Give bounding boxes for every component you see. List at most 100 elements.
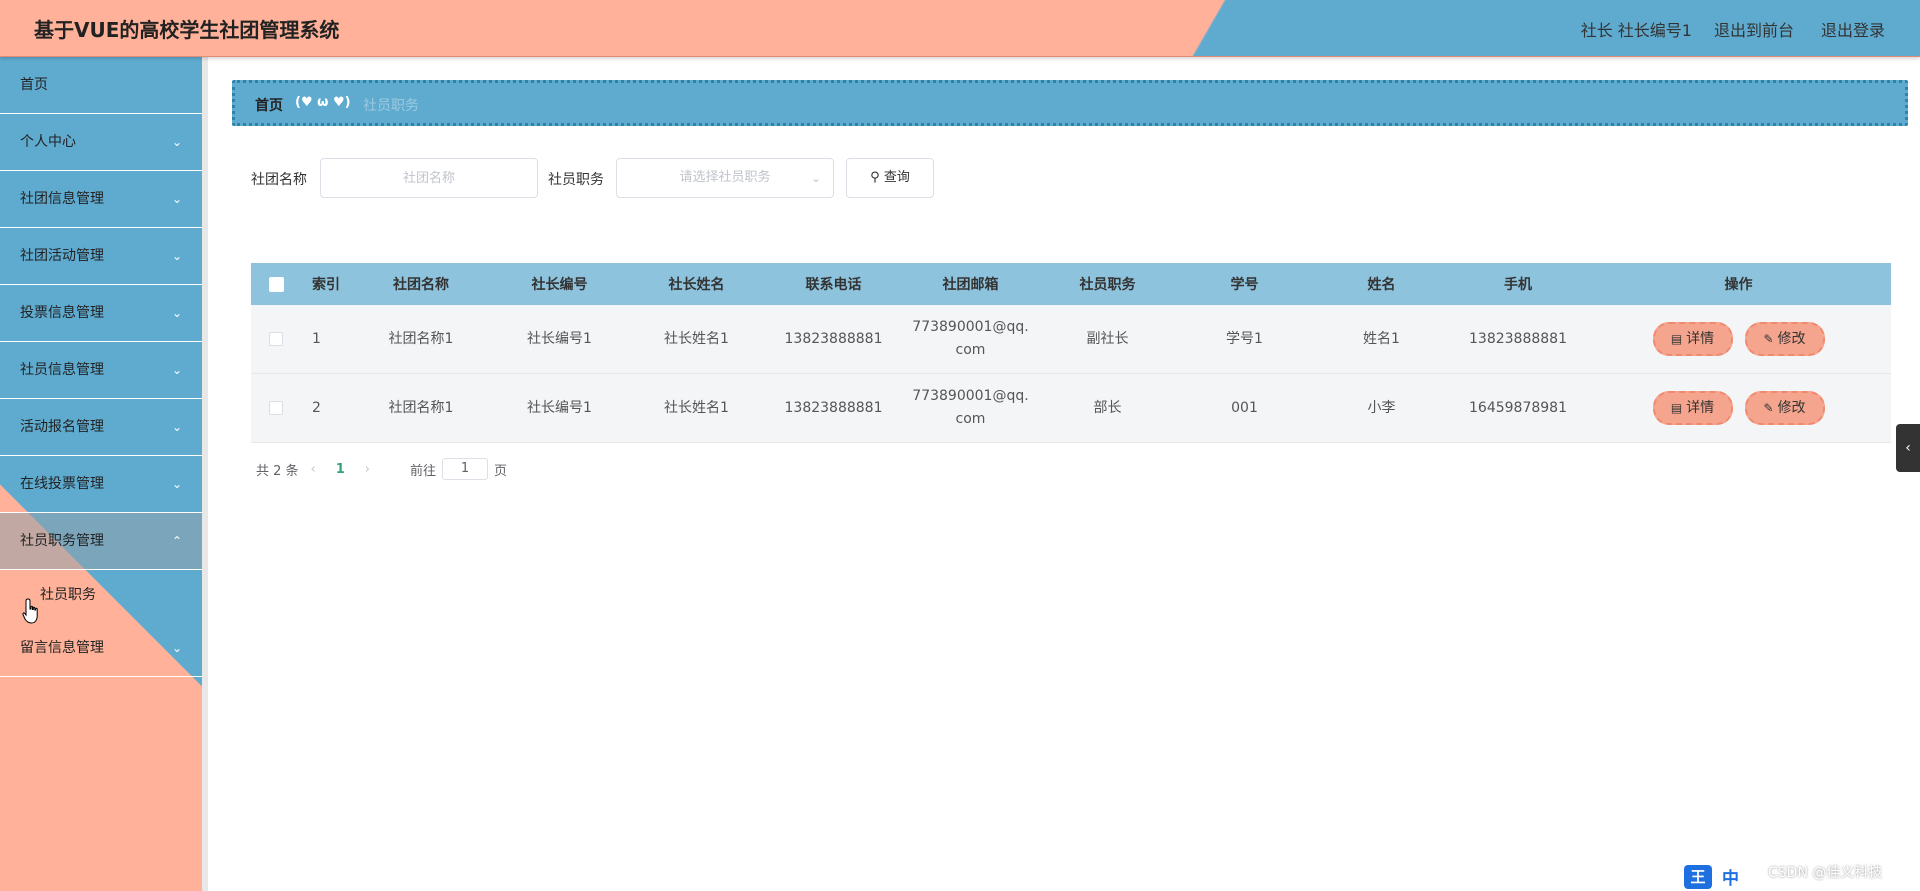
- edit-button[interactable]: ✎ 修改: [1744, 322, 1825, 356]
- cell-email-line: 773890001@qq.: [912, 388, 1029, 404]
- column-header: 社长编号: [531, 277, 588, 293]
- column-header: 索引: [312, 277, 340, 293]
- column-header: 联系电话: [805, 277, 862, 293]
- sidebar-item-personal-center[interactable]: 个人中心 ⌄: [0, 114, 202, 171]
- chevron-down-icon: ⌄: [171, 363, 182, 377]
- cell-leader-name: 社长姓名1: [664, 330, 729, 347]
- top-header: 基于VUE的高校学生社团管理系统 社长 社长编号1 退出到前台 退出登录: [0, 0, 1920, 57]
- pagination: 共 2 条 ‹ 1 › 前往 1 页: [256, 458, 507, 480]
- cell-email-line: com: [955, 411, 986, 427]
- chevron-down-icon: ⌄: [171, 249, 182, 263]
- cell-club: 社团名称1: [388, 399, 454, 416]
- cell-leader-no: 社长编号1: [527, 330, 592, 347]
- club-name-label: 社团名称: [251, 172, 307, 188]
- cell-name: 姓名1: [1363, 330, 1400, 347]
- column-header: 手机: [1504, 277, 1532, 293]
- sidebar-item-label: 活动报名管理: [20, 419, 104, 435]
- sidebar-item-member-info[interactable]: 社员信息管理 ⌄: [0, 342, 202, 399]
- sidebar-item-label: 社团活动管理: [20, 248, 104, 264]
- current-user: 社长 社长编号1: [1580, 21, 1692, 40]
- cell-position: 副社长: [1086, 330, 1129, 347]
- app-title: 基于VUE的高校学生社团管理系统: [34, 18, 340, 42]
- prev-page-icon[interactable]: ‹: [311, 462, 316, 477]
- sidebar-item-club-info[interactable]: 社团信息管理 ⌄: [0, 171, 202, 228]
- goto-label: 前往: [410, 463, 437, 479]
- breadcrumb-home[interactable]: 首页: [255, 95, 283, 115]
- detail-button-label: 详情: [1686, 330, 1715, 347]
- document-icon: ▤: [1670, 400, 1683, 415]
- cell-phone: 13823888881: [784, 330, 883, 347]
- cell-actions: ▤ 详情 ✎ 修改: [1586, 322, 1891, 356]
- column-header: 姓名: [1367, 277, 1396, 293]
- chevron-down-icon: ⌄: [810, 171, 821, 185]
- sidebar-item-label: 社团信息管理: [20, 191, 104, 207]
- cell-email-line: 773890001@qq.: [912, 319, 1029, 335]
- ime-logo[interactable]: 王: [1684, 864, 1712, 889]
- sidebar-item-label: 留言信息管理: [20, 640, 104, 656]
- pencil-icon: ✎: [1763, 331, 1774, 346]
- chevron-down-icon: ⌄: [171, 420, 182, 434]
- collapse-panel-button[interactable]: ‹: [1896, 424, 1920, 472]
- chevron-down-icon: ⌄: [171, 641, 182, 655]
- sidebar-item-activity-signup[interactable]: 活动报名管理 ⌄: [0, 399, 202, 456]
- sidebar-item-label: 首页: [20, 77, 48, 93]
- chevron-left-icon: ‹: [1905, 440, 1911, 456]
- cell-name: 小李: [1367, 399, 1396, 416]
- row-checkbox[interactable]: [269, 331, 283, 346]
- cell-student-no: 001: [1231, 399, 1258, 416]
- cell-position: 部长: [1093, 399, 1122, 416]
- position-select-placeholder: 请选择社员职务: [679, 170, 771, 185]
- table-row: 2 社团名称1 社长编号1 社长姓名1 13823888881 77389000…: [251, 374, 1891, 443]
- chevron-down-icon: ⌄: [171, 477, 182, 491]
- chevron-down-icon: ⌄: [171, 135, 182, 149]
- detail-button[interactable]: ▤ 详情: [1652, 391, 1733, 425]
- cell-email: 773890001@qq. com: [902, 316, 1039, 362]
- document-icon: ▤: [1670, 331, 1683, 346]
- sidebar-item-online-vote[interactable]: 在线投票管理 ⌄: [0, 456, 202, 513]
- goto-page-input[interactable]: 1: [442, 458, 489, 480]
- table-row: 1 社团名称1 社长编号1 社长姓名1 13823888881 77389000…: [251, 305, 1891, 374]
- row-checkbox[interactable]: [269, 400, 283, 415]
- pagination-total: 共 2 条: [256, 463, 299, 479]
- sidebar-item-club-activity[interactable]: 社团活动管理 ⌄: [0, 228, 202, 285]
- logout-link[interactable]: 退出登录: [1821, 17, 1885, 41]
- column-header: 社团名称: [393, 277, 449, 293]
- column-header: 社团邮箱: [942, 277, 999, 293]
- cell-actions: ▤ 详情 ✎ 修改: [1586, 391, 1891, 425]
- sidebar-item-message-info[interactable]: 留言信息管理 ⌄: [0, 620, 202, 677]
- search-button[interactable]: ⚲ 查询: [846, 158, 934, 198]
- chevron-up-icon: ⌃: [171, 534, 182, 548]
- column-header: 学号: [1230, 277, 1259, 293]
- select-all-cell: [251, 276, 301, 292]
- submenu-item-label: 社员职务: [40, 587, 96, 603]
- select-all-checkbox[interactable]: [268, 276, 284, 292]
- detail-button[interactable]: ▤ 详情: [1652, 322, 1733, 356]
- page-number[interactable]: 1: [336, 462, 345, 477]
- sidebar-item-label: 个人中心: [20, 134, 76, 150]
- club-name-input[interactable]: [320, 158, 538, 198]
- ime-mode[interactable]: 中: [1722, 864, 1739, 889]
- edit-button[interactable]: ✎ 修改: [1744, 391, 1825, 425]
- column-header: 社员职务: [1079, 277, 1136, 293]
- exit-to-front-link[interactable]: 退出到前台: [1714, 17, 1794, 41]
- cell-phone: 13823888881: [784, 399, 883, 416]
- sidebar-item-label: 在线投票管理: [20, 476, 104, 492]
- position-select[interactable]: 请选择社员职务 ⌄: [616, 158, 834, 198]
- pencil-icon: ✎: [1763, 400, 1774, 415]
- column-header: 操作: [1724, 277, 1753, 293]
- cell-email-line: com: [955, 342, 986, 358]
- sidebar-item-vote-info[interactable]: 投票信息管理 ⌄: [0, 285, 202, 342]
- next-page-icon[interactable]: ›: [365, 462, 370, 477]
- cell-leader-no: 社长编号1: [527, 399, 592, 416]
- cell-index: 1: [312, 330, 321, 347]
- row-select-cell: [251, 328, 301, 351]
- breadcrumb-separator: (♥ ω ♥): [295, 95, 351, 110]
- cell-leader-name: 社长姓名1: [664, 399, 729, 416]
- chevron-down-icon: ⌄: [171, 306, 182, 320]
- sidebar-item-home[interactable]: 首页: [0, 57, 202, 114]
- cell-email: 773890001@qq. com: [902, 385, 1039, 431]
- sidebar-item-label: 社员职务管理: [20, 533, 104, 549]
- edit-button-label: 修改: [1777, 399, 1806, 416]
- sidebar-item-member-position[interactable]: 社员职务管理 ⌃: [0, 513, 202, 570]
- cell-mobile: 16459878981: [1469, 399, 1567, 416]
